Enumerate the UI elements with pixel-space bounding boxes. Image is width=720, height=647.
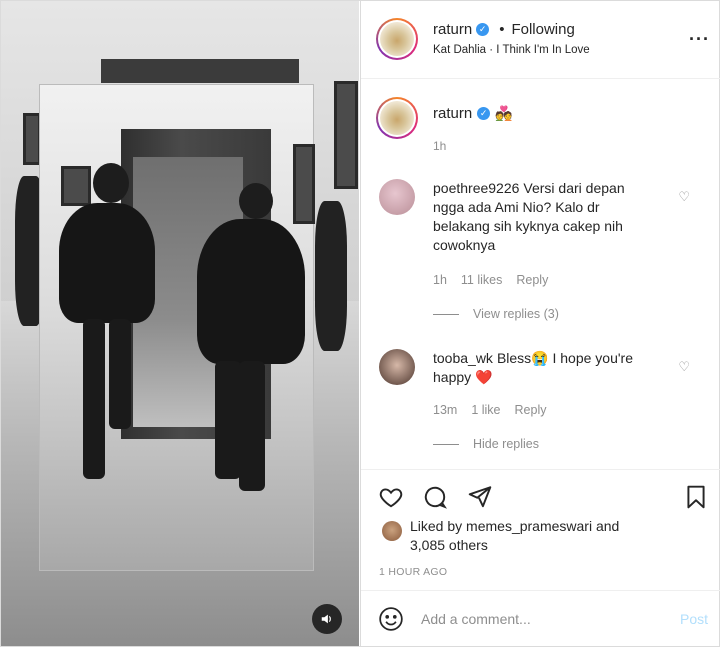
liker-avatar[interactable] xyxy=(382,521,402,541)
comment-meta: 13m 1 like Reply xyxy=(433,403,546,417)
media-ceiling-band xyxy=(101,59,299,83)
header-user-line: raturn ✓ • Following xyxy=(433,21,575,38)
caption-time[interactable]: 1h xyxy=(433,139,446,153)
comment-likes[interactable]: 1 like xyxy=(471,403,500,417)
verified-badge-icon: ✓ xyxy=(477,107,491,120)
speaker-icon[interactable] xyxy=(312,604,342,634)
post-timestamp[interactable]: 1 HOUR AGO xyxy=(379,566,447,578)
likes-prefix: Liked by xyxy=(410,518,467,534)
likes-suffix: and xyxy=(592,518,620,534)
speaker-glyph xyxy=(321,614,331,624)
likes-text: Liked by memes_prameswari and 3,085 othe… xyxy=(410,517,690,555)
author-avatar[interactable] xyxy=(376,18,418,60)
following-button[interactable]: Following xyxy=(511,21,574,38)
heart-icon[interactable]: ♡ xyxy=(678,359,690,375)
commenter-username[interactable]: tooba_wk xyxy=(433,350,493,366)
replies-label: View replies (3) xyxy=(473,307,559,321)
caption-user-line: raturn ✓ 💑 xyxy=(433,105,513,122)
audio-artist: Kat Dahlia xyxy=(433,44,487,56)
caption-username[interactable]: raturn xyxy=(433,105,472,122)
comment-meta: 1h 11 likes Reply xyxy=(433,273,548,287)
post-comment-button[interactable]: Post xyxy=(680,611,708,627)
media-picture-tall xyxy=(293,144,315,224)
media-man-leg-left xyxy=(83,319,105,479)
heart-icon[interactable]: ♡ xyxy=(678,189,690,205)
post-media[interactable] xyxy=(1,1,359,646)
media-man-body xyxy=(59,203,155,323)
comment-time[interactable]: 1h xyxy=(433,273,447,287)
comment-input[interactable] xyxy=(421,608,651,630)
caption-emoji: 💑 xyxy=(495,105,513,121)
caption-author-avatar[interactable] xyxy=(376,97,418,139)
media-man-leg-right xyxy=(109,319,131,429)
media-woman-body xyxy=(197,219,305,364)
media-woman-leg-right xyxy=(239,361,265,491)
comment-body: poethree9226 Versi dari depan ngga ada Am… xyxy=(433,179,658,255)
separator-dot: • xyxy=(499,21,505,38)
comment-likes[interactable]: 11 likes xyxy=(461,273,502,287)
comment-icon[interactable] xyxy=(422,484,448,513)
verified-badge-icon: ✓ xyxy=(476,23,490,36)
replies-line xyxy=(433,313,459,315)
comment-time[interactable]: 13m xyxy=(433,403,457,417)
media-woman-leg-left xyxy=(215,361,241,479)
reply-button[interactable]: Reply xyxy=(516,273,548,287)
add-comment-bar: Post xyxy=(361,590,720,646)
media-man-head xyxy=(93,163,129,203)
view-replies-toggle[interactable]: View replies (3) xyxy=(433,307,559,321)
audio-info[interactable]: Kat Dahlia · I Think I'm In Love xyxy=(433,44,590,56)
media-woman-head xyxy=(239,183,273,219)
commenter-avatar[interactable] xyxy=(379,349,415,385)
media-wall-frame-right xyxy=(334,81,358,189)
reply-button[interactable]: Reply xyxy=(515,403,547,417)
replies-line xyxy=(433,443,459,445)
emoji-icon[interactable] xyxy=(378,606,404,635)
likes-others[interactable]: 3,085 others xyxy=(410,537,488,553)
commenter-username[interactable]: poethree9226 xyxy=(433,180,519,196)
commenter-avatar[interactable] xyxy=(379,179,415,215)
heart-icon[interactable] xyxy=(378,484,404,513)
post-sidebar: raturn ✓ • Following Kat Dahlia · I Thin… xyxy=(360,1,720,646)
hide-replies-toggle[interactable]: Hide replies xyxy=(433,437,539,451)
more-options-icon[interactable]: ··· xyxy=(689,29,710,50)
share-icon[interactable] xyxy=(467,484,493,513)
liker-username[interactable]: memes_prameswari xyxy=(466,518,592,534)
media-ghost-figure-right xyxy=(315,201,347,351)
author-username[interactable]: raturn xyxy=(433,21,472,38)
replies-label: Hide replies xyxy=(473,437,540,451)
post-header: raturn ✓ • Following Kat Dahlia · I Thin… xyxy=(361,1,720,79)
audio-track: I Think I'm In Love xyxy=(496,44,590,56)
comment-body: tooba_wk Bless😭 I hope you're happy ❤️ xyxy=(433,349,658,387)
bookmark-icon[interactable] xyxy=(683,484,709,513)
media-picture-small xyxy=(61,166,91,206)
